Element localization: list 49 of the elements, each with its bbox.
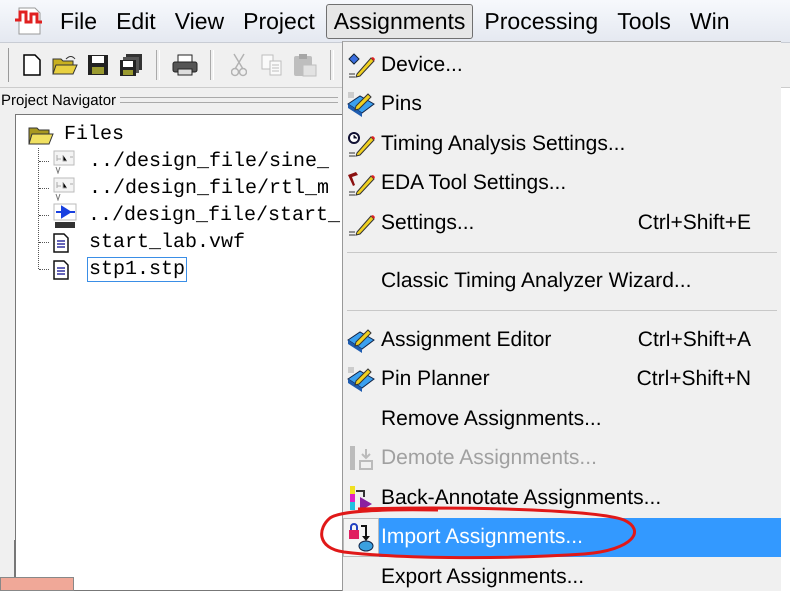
- menu-item[interactable]: Export Assignments...: [379, 557, 751, 591]
- menu-item[interactable]: Win: [682, 4, 738, 38]
- menu-item[interactable]: Settings...: [379, 203, 638, 242]
- menu-item[interactable]: Pins: [379, 84, 751, 124]
- menu-item[interactable]: View: [166, 4, 232, 38]
- shortcut-text: Ctrl+Shift+A: [638, 328, 751, 352]
- menu-item[interactable]: Assignment Editor: [379, 320, 638, 360]
- device-pencil-icon: [347, 52, 375, 78]
- lock-import-icon: [347, 522, 375, 552]
- printer-icon: [172, 54, 198, 76]
- menu-item[interactable]: Tools: [609, 4, 679, 38]
- chip-pencil-icon: [346, 90, 376, 118]
- shortcut-text: Ctrl+Shift+N: [636, 367, 751, 392]
- menu-item[interactable]: Project: [235, 4, 323, 38]
- verilog-file-icon: [53, 150, 75, 174]
- document-icon: [53, 232, 69, 252]
- menu-item[interactable]: Pin Planner: [379, 360, 637, 399]
- tree-item[interactable]: stp1.stp: [87, 257, 188, 282]
- hammer-pencil-icon: [347, 170, 375, 196]
- copy-icon: [261, 54, 283, 76]
- menu-item[interactable]: Timing Analysis Settings...: [379, 124, 751, 164]
- chip-pencil-icon: [346, 365, 376, 394]
- verilog-file-icon: [53, 176, 75, 200]
- document-icon: [53, 260, 69, 280]
- menu-item[interactable]: Back-Annotate Assignments...: [379, 478, 751, 518]
- back-annotate-icon: [348, 484, 374, 511]
- floppy-disks-icon: [119, 53, 143, 77]
- shortcut-text: Ctrl+Shift+E: [638, 210, 751, 235]
- tree-item[interactable]: ../design_file/start_: [86, 203, 342, 228]
- menu-item[interactable]: File: [52, 4, 106, 38]
- folder-icon: [52, 55, 78, 75]
- waveform-icon: [14, 6, 44, 36]
- clock-pencil-icon: [347, 130, 375, 157]
- clipboard-icon: [293, 53, 317, 77]
- tree-item[interactable]: start_lab.vwf: [87, 230, 248, 255]
- tree-item[interactable]: ../design_file/sine_: [87, 149, 332, 174]
- tree-item[interactable]: ../design_file/rtl_m: [87, 176, 332, 201]
- panel-title: Project Navigator: [1, 92, 116, 108]
- menu-item[interactable]: Processing: [476, 4, 606, 38]
- menu-item[interactable]: Edit: [108, 4, 164, 38]
- scissors-icon: [231, 53, 247, 77]
- menu-item[interactable]: EDA Tool Settings...: [379, 164, 751, 203]
- menu-item[interactable]: Remove Assignments...: [379, 399, 751, 438]
- demote-icon: [348, 445, 374, 472]
- menu-item[interactable]: Assignments: [326, 4, 474, 38]
- tree-item[interactable]: Files: [62, 122, 126, 147]
- block-diagram-file-icon: [52, 202, 77, 228]
- menu-item[interactable]: Classic Timing Analyzer Wizard...: [379, 262, 751, 301]
- new-file-icon: [23, 54, 41, 76]
